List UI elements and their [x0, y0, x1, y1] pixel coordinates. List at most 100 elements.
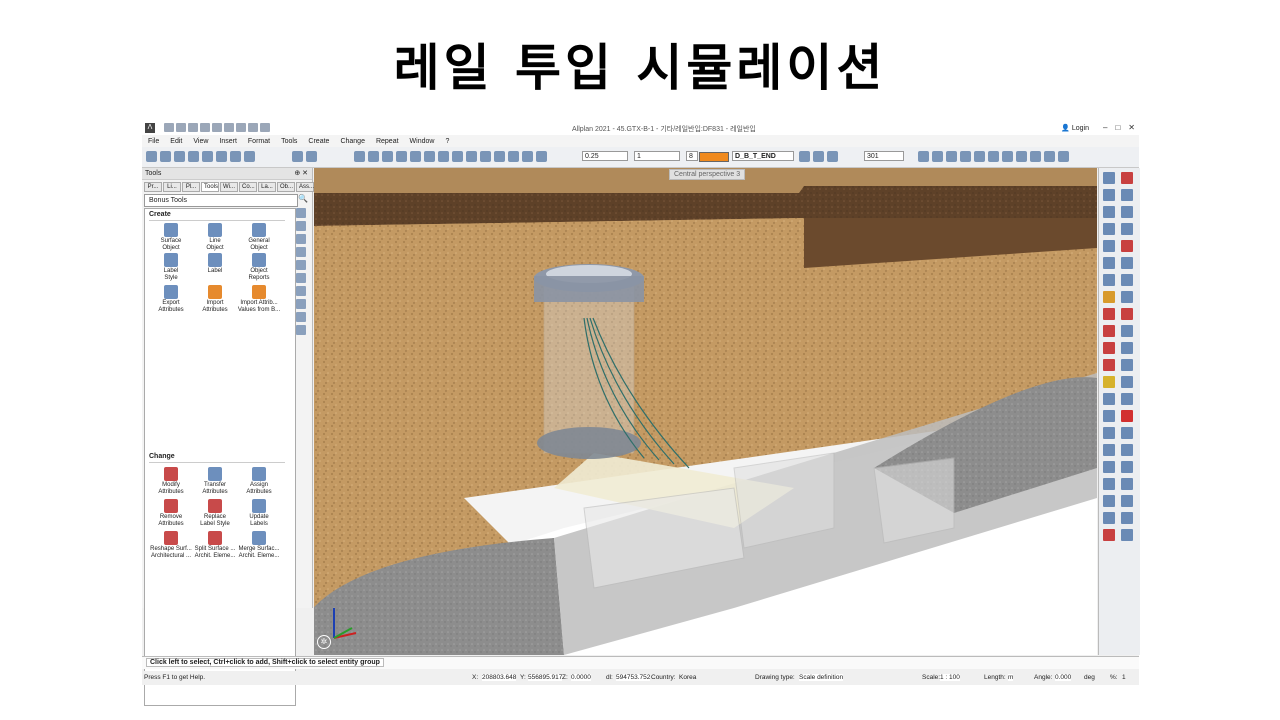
menu-format[interactable]: Format [248, 138, 270, 145]
tab-objects[interactable]: Ob... [277, 182, 295, 192]
palette-side-icon[interactable] [296, 208, 306, 218]
line-type-select[interactable]: 1 [634, 151, 680, 161]
toolbar-icon[interactable] [202, 151, 213, 162]
menu-repeat[interactable]: Repeat [376, 138, 399, 145]
toolbar-icon[interactable] [1103, 223, 1115, 235]
navigation-compass-icon[interactable]: ✲ [317, 635, 331, 649]
toolbar-icon[interactable] [1103, 189, 1115, 201]
pen-thickness-select[interactable]: 0.25 [582, 151, 628, 161]
toolbar-icon[interactable] [230, 151, 241, 162]
toolbar-icon[interactable] [932, 151, 943, 162]
toolbar-icon[interactable] [1121, 189, 1133, 201]
toolbar-icon[interactable] [1103, 512, 1115, 524]
zoom-icon[interactable] [494, 151, 505, 162]
toolbar-icon[interactable] [1103, 529, 1115, 541]
toolbar-icon[interactable] [1058, 151, 1069, 162]
toolbar-icon[interactable] [1103, 206, 1115, 218]
toolbar-icon[interactable] [1016, 151, 1027, 162]
drawing-type-value[interactable]: Scale definition [799, 674, 844, 681]
tab-planning[interactable]: Pl... [182, 182, 200, 192]
toolbar-icon[interactable] [1121, 393, 1133, 405]
menu-edit[interactable]: Edit [170, 138, 182, 145]
toolbar-icon[interactable] [466, 151, 477, 162]
scissors-icon[interactable] [396, 151, 407, 162]
toolbar-icon[interactable] [146, 151, 157, 162]
tool-reshape-surface[interactable]: Reshape Surf... Architectural ... [149, 531, 193, 559]
menu-file[interactable]: File [148, 138, 159, 145]
tool-update-labels[interactable]: Update Labels [237, 499, 281, 527]
tool-remove-attributes[interactable]: Remove Attributes [149, 499, 193, 527]
tool-merge-surface[interactable]: Merge Surfac... Archit. Eleme... [237, 531, 281, 559]
toolbar-icon[interactable] [1121, 342, 1133, 354]
layout-icon[interactable] [248, 123, 258, 132]
pencil-icon[interactable] [1121, 172, 1133, 184]
toolbar-icon[interactable] [1103, 478, 1115, 490]
tab-layer[interactable]: La... [258, 182, 276, 192]
toolbar-icon[interactable] [918, 151, 929, 162]
login-link[interactable]: 👤 Login [1061, 124, 1089, 132]
toolbar-icon[interactable] [438, 151, 449, 162]
palette-side-icon[interactable] [296, 247, 306, 257]
open-icon[interactable] [176, 123, 186, 132]
home-icon[interactable] [946, 151, 957, 162]
layer-icon[interactable] [813, 151, 824, 162]
print-icon[interactable] [200, 123, 210, 132]
toolbar-icon[interactable] [244, 151, 255, 162]
menu-view[interactable]: View [193, 138, 208, 145]
toolbar-icon[interactable] [1103, 359, 1115, 371]
tab-wizards[interactable]: Wi... [220, 182, 238, 192]
toolbar-icon[interactable] [1121, 444, 1133, 456]
palette-side-icon[interactable] [296, 286, 306, 296]
tool-object-reports[interactable]: Object Reports [237, 253, 281, 281]
toolbar-icon[interactable] [1121, 240, 1133, 252]
toolbar-icon[interactable] [1121, 478, 1133, 490]
tab-connect[interactable]: Co... [239, 182, 257, 192]
menu-insert[interactable]: Insert [219, 138, 237, 145]
settings-icon[interactable] [260, 123, 270, 132]
scale-value[interactable]: 1 : 100 [940, 674, 960, 681]
toolbar-icon[interactable] [1103, 325, 1115, 337]
delete-icon[interactable] [1121, 410, 1133, 422]
save-icon[interactable] [188, 123, 198, 132]
toolbar-icon[interactable] [1103, 444, 1115, 456]
toolbar-icon[interactable] [988, 151, 999, 162]
toolbar-icon[interactable] [1121, 274, 1133, 286]
menu-create[interactable]: Create [308, 138, 329, 145]
tool-surface-object[interactable]: Surface Object [149, 223, 193, 251]
toolbar-icon[interactable] [160, 151, 171, 162]
brush-icon[interactable] [522, 151, 533, 162]
tab-assistant[interactable]: Ass... [296, 182, 314, 192]
home-icon[interactable] [960, 151, 971, 162]
pin-icon[interactable]: ⊕ ✕ [294, 168, 308, 179]
layer-icon[interactable] [827, 151, 838, 162]
chart-icon[interactable] [1103, 427, 1115, 439]
toolbar-icon[interactable] [1121, 376, 1133, 388]
tool-split-surface[interactable]: Split Surface ... Archit. Eleme... [193, 531, 237, 559]
search-icon[interactable]: 🔍 [298, 194, 308, 204]
eye-icon[interactable] [410, 151, 421, 162]
menu-tools[interactable]: Tools [281, 138, 297, 145]
toolbar-icon[interactable] [1121, 461, 1133, 473]
module-select[interactable]: Bonus Tools [144, 194, 298, 207]
toolbar-icon[interactable] [1121, 495, 1133, 507]
percent-value[interactable]: 1 [1122, 674, 1126, 681]
tool-modify-attributes[interactable]: Modify Attributes [149, 467, 193, 495]
filter-icon[interactable] [1121, 529, 1133, 541]
palette-side-icon[interactable] [296, 312, 306, 322]
palette-side-icon[interactable] [296, 234, 306, 244]
toolbar-icon[interactable] [1030, 151, 1041, 162]
color-number-select[interactable]: 8 [686, 151, 698, 161]
tool-replace-label-style[interactable]: Replace Label Style [193, 499, 237, 527]
toolbar-icon[interactable] [354, 151, 365, 162]
app-logo-icon[interactable]: Λ [145, 123, 155, 133]
line-icon[interactable] [1002, 151, 1013, 162]
minimize-icon[interactable]: – [1103, 123, 1107, 132]
angle-value[interactable]: 0.000 [1055, 674, 1072, 681]
toolbar-icon[interactable] [1103, 393, 1115, 405]
toolbar-icon[interactable] [1121, 291, 1133, 303]
close-icon[interactable]: ✕ [1128, 123, 1135, 132]
undo-icon[interactable] [212, 123, 222, 132]
palette-side-icon[interactable] [296, 299, 306, 309]
tool-general-object[interactable]: General Object [237, 223, 281, 251]
toolbar-icon[interactable] [1121, 257, 1133, 269]
